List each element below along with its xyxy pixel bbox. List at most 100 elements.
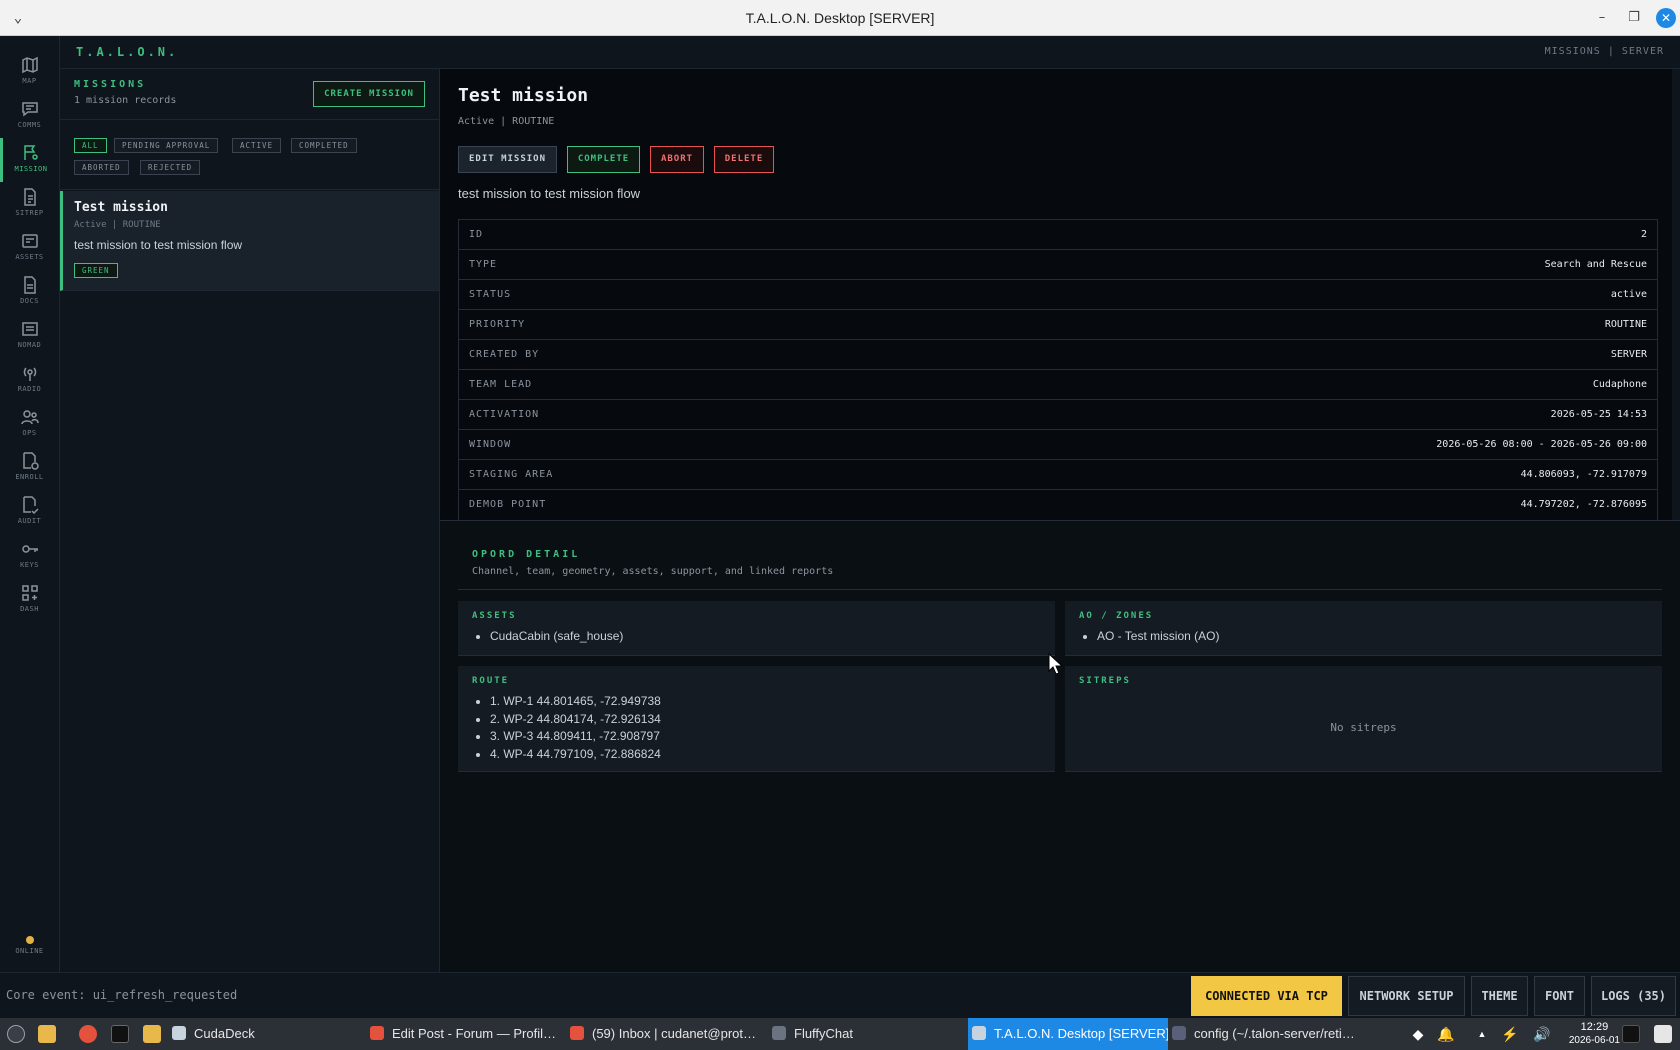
task-inbox[interactable]: (59) Inbox | cudanet@prot…	[570, 1018, 770, 1050]
info-key: TEAM LEAD	[469, 379, 533, 390]
restore-icon[interactable]: ❐	[1624, 8, 1644, 28]
start-menu-icon[interactable]	[7, 1025, 25, 1043]
task-cudadeck[interactable]: CudaDeck	[172, 1018, 362, 1050]
logs-button[interactable]: LOGS (35)	[1591, 976, 1676, 1016]
mission-item-title: Test mission	[74, 200, 168, 215]
list-item: 4. WP-4 44.797109, -72.886824	[490, 746, 661, 764]
shield-icon[interactable]: ◆	[1408, 1018, 1428, 1050]
info-row-created-by: CREATED BY SERVER	[459, 340, 1657, 370]
volume-icon[interactable]: 🔊	[1532, 1018, 1552, 1050]
online-status: ONLINE	[0, 936, 59, 966]
rail-item-ops[interactable]: OPS	[0, 402, 59, 446]
report-icon	[23, 188, 36, 206]
filter-rejected[interactable]: REJECTED	[140, 160, 201, 175]
info-key: PRIORITY	[469, 319, 526, 330]
ops-icon	[20, 410, 39, 425]
info-value: 2	[1640, 229, 1647, 240]
radio-icon	[23, 367, 36, 381]
rail-item-nomad[interactable]: NOMAD	[0, 314, 59, 358]
rail-item-comms[interactable]: COMMS	[0, 94, 59, 138]
delete-button[interactable]: DELETE	[714, 146, 774, 173]
rail-label: MAP	[22, 77, 37, 85]
detail-scrollbar[interactable]	[1672, 69, 1680, 520]
info-key: STATUS	[469, 289, 512, 300]
info-row-window: WINDOW 2026-05-26 08:00 - 2026-05-26 09:0…	[459, 430, 1657, 460]
mission-item-desc: test mission to test mission flow	[74, 238, 243, 252]
info-value: 44.806093, -72.917079	[1520, 469, 1647, 480]
edit-mission-button[interactable]: EDIT MISSION	[458, 146, 557, 173]
mission-description: test mission to test mission flow	[458, 186, 641, 201]
desktop-icon[interactable]	[1622, 1025, 1640, 1043]
docs-icon	[23, 276, 36, 294]
files-icon[interactable]	[38, 1025, 56, 1043]
task-config[interactable]: config (~/.talon-server/reti…	[1172, 1018, 1372, 1050]
complete-button[interactable]: COMPLETE	[567, 146, 640, 173]
filter-all[interactable]: ALL	[74, 138, 107, 153]
rail-item-mission[interactable]: MISSION	[0, 138, 59, 182]
rail-item-assets[interactable]: ASSETS	[0, 226, 59, 270]
window-icon	[972, 1026, 986, 1040]
folder-icon[interactable]	[143, 1025, 161, 1043]
minimize-icon[interactable]: –	[1592, 8, 1612, 28]
lock-icon[interactable]: ▲	[1472, 1018, 1492, 1050]
browser-icon	[570, 1026, 584, 1040]
connection-button[interactable]: CONNECTED VIA TCP	[1191, 976, 1342, 1016]
task-label: CudaDeck	[194, 1026, 255, 1041]
network-setup-button[interactable]: NETWORK SETUP	[1348, 976, 1465, 1016]
rail-item-keys[interactable]: KEYS	[0, 534, 59, 578]
filter-aborted[interactable]: ABORTED	[74, 160, 129, 175]
rail-label: KEYS	[20, 561, 39, 569]
divider	[60, 189, 439, 190]
clock-date: 2026-06-01	[1568, 1035, 1620, 1046]
theme-button[interactable]: THEME	[1471, 976, 1528, 1016]
missions-list-pane: MISSIONS 1 mission records CREATE MISSIO…	[60, 69, 440, 972]
rail-item-docs[interactable]: DOCS	[0, 270, 59, 314]
clock[interactable]: 12:29 2026-06-01	[1569, 1020, 1620, 1048]
rail-item-enroll[interactable]: ENROLL	[0, 446, 59, 490]
mouse-cursor-icon	[1048, 653, 1064, 675]
info-key: WINDOW	[469, 439, 512, 450]
filter-active[interactable]: ACTIVE	[232, 138, 282, 153]
zones-list: AO - Test mission (AO)	[1097, 628, 1219, 646]
breadcrumb: MISSIONS | SERVER	[1544, 46, 1664, 57]
task-fluffychat[interactable]: FluffyChat	[772, 1018, 962, 1050]
mission-list-item[interactable]: Test mission Active | ROUTINE test missi…	[60, 191, 439, 291]
window-title: T.A.L.O.N. Desktop [SERVER]	[745, 10, 935, 26]
rail-label: ASSETS	[15, 253, 44, 261]
zones-panel-title: AO / ZONES	[1079, 611, 1154, 621]
abort-button[interactable]: ABORT	[650, 146, 704, 173]
task-forum[interactable]: Edit Post - Forum — Profil…	[370, 1018, 570, 1050]
rail-item-radio[interactable]: RADIO	[0, 358, 59, 402]
assets-panel: ASSETS CudaCabin (safe_house)	[458, 601, 1055, 656]
task-label: Edit Post - Forum — Profil…	[392, 1026, 556, 1041]
close-icon[interactable]: ✕	[1656, 8, 1676, 28]
app-header: T.A.L.O.N. MISSIONS | SERVER	[60, 36, 1680, 69]
font-button[interactable]: FONT	[1534, 976, 1585, 1016]
terminal-icon[interactable]	[111, 1025, 129, 1043]
power-icon[interactable]: ⚡	[1500, 1018, 1520, 1050]
rail-item-dash[interactable]: DASH	[0, 578, 59, 622]
key-icon	[21, 545, 38, 553]
task-talon[interactable]: T.A.L.O.N. Desktop [SERVER]	[968, 1018, 1168, 1050]
create-mission-button[interactable]: CREATE MISSION	[313, 81, 425, 107]
browser-icon[interactable]	[79, 1025, 97, 1043]
info-value: Search and Rescue	[1544, 259, 1647, 270]
filter-completed[interactable]: COMPLETED	[291, 138, 357, 153]
info-value: Cudaphone	[1592, 379, 1647, 390]
filter-pending-approval[interactable]: PENDING APPROVAL	[114, 138, 219, 153]
online-label: ONLINE	[15, 947, 44, 955]
window-icon	[772, 1026, 786, 1040]
rail-item-audit[interactable]: AUDIT	[0, 490, 59, 534]
rail-item-sitrep[interactable]: SITREP	[0, 182, 59, 226]
app-brand: T.A.L.O.N.	[76, 45, 179, 59]
rail-item-map[interactable]: MAP	[0, 50, 59, 94]
mission-subtitle: Active | ROUTINE	[458, 116, 555, 127]
mission-title: Test mission	[458, 85, 589, 106]
task-label: FluffyChat	[794, 1026, 854, 1041]
info-value: active	[1610, 289, 1647, 300]
rail-label: COMMS	[17, 121, 42, 129]
bell-icon[interactable]: 🔔	[1436, 1018, 1456, 1050]
app-tray-icon[interactable]	[1654, 1025, 1672, 1043]
list-item: 1. WP-1 44.801465, -72.949738	[490, 693, 661, 711]
info-value: 2026-05-25 14:53	[1550, 409, 1647, 420]
